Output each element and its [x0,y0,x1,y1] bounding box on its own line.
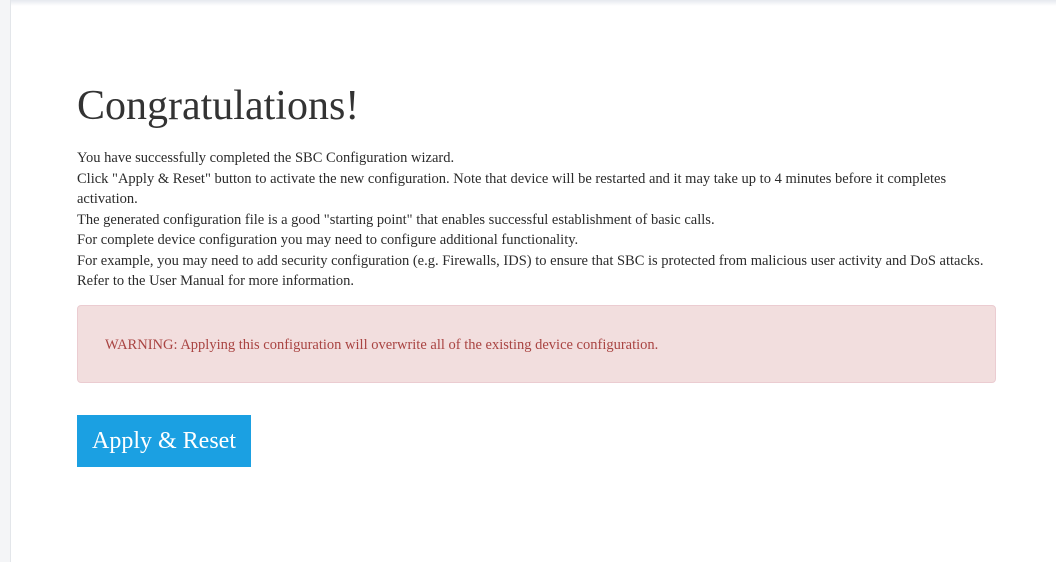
paragraph-apply-instructions: Click "Apply & Reset" button to activate… [77,170,947,208]
paragraph-security: For example, you may need to add securit… [77,252,984,269]
warning-alert: WARNING: Applying this configuration wil… [77,304,996,383]
paragraph-starting-point: The generated configuration file is a go… [77,211,715,228]
top-edge [0,0,1056,6]
paragraph-user-manual: Refer to the User Manual for more inform… [77,273,355,289]
left-panel-edge [0,0,11,562]
paragraph-success: You have successfully completed the SBC … [77,150,455,166]
paragraph-additional-functionality: For complete device configuration you ma… [77,232,579,248]
content-area: Congratulations! You have successfully c… [77,80,1002,467]
page-title: Congratulations! [77,83,360,129]
apply-reset-button[interactable]: Apply & Reset [77,414,251,467]
wizard-completion-page: Congratulations! You have successfully c… [0,0,1056,562]
info-text: You have successfully completed the SBC … [77,148,1002,292]
